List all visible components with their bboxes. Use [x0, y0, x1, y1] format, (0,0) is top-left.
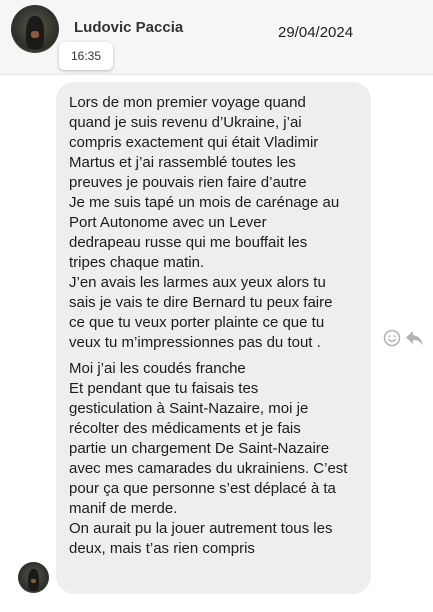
contact-name[interactable]: Ludovic Paccia: [74, 19, 183, 36]
conversation-date: 29/04/2024: [278, 24, 354, 41]
sender-avatar[interactable]: [18, 562, 49, 593]
conversation-header: Ludovic Paccia 29/04/2024 16:35: [0, 0, 433, 75]
contact-avatar[interactable]: [11, 5, 59, 53]
message-paragraph-1: Lors de mon premier voyage quand quand j…: [69, 94, 340, 351]
smiley-icon[interactable]: [382, 328, 402, 348]
reply-arrow-icon[interactable]: [405, 328, 425, 348]
message-time-tooltip: 16:35: [59, 42, 113, 70]
message-paragraph-2: Moi j’ai les coudés franche Et pendant q…: [69, 360, 348, 557]
message-bubble[interactable]: Lors de mon premier voyage quand quand j…: [56, 82, 371, 594]
